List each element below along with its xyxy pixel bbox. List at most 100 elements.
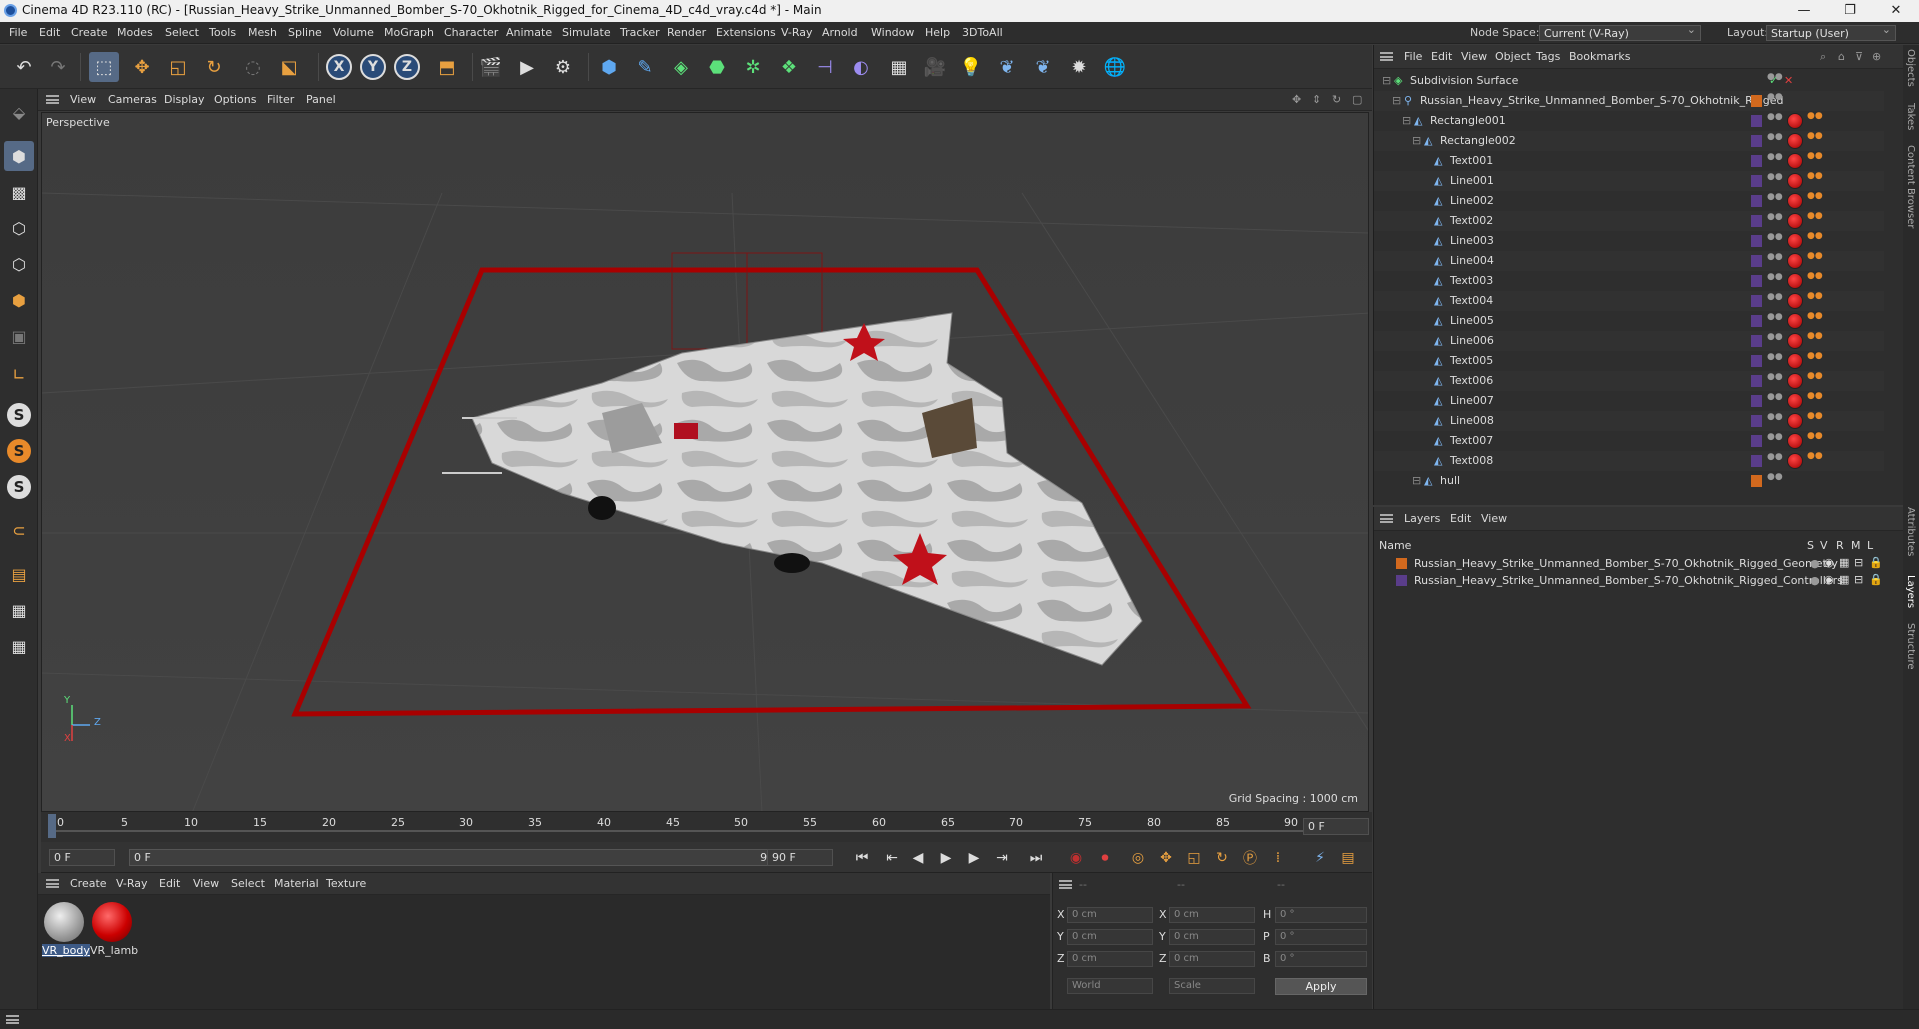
object-name[interactable]: Subdivision Surface (1410, 74, 1518, 87)
object-name[interactable]: hull (1440, 474, 1460, 487)
layer-row-geometry[interactable]: Russian_Heavy_Strike_Unmanned_Bomber_S-7… (1374, 555, 1904, 572)
solo-dot-icon[interactable]: ● (1810, 574, 1820, 587)
object-row[interactable]: ⊟ ◭ hull ●● (1374, 471, 1884, 491)
object-name[interactable]: Text008 (1450, 454, 1493, 467)
menu-tools[interactable]: Tools (209, 26, 236, 39)
autokey-icon[interactable]: ⏺ (1094, 848, 1116, 868)
pos-x-field[interactable]: 0 cm (1067, 907, 1153, 923)
object-row[interactable]: ◭ Line001 ●● ●● (1374, 171, 1884, 191)
visibility-dots-icon[interactable]: ●● (1767, 133, 1783, 148)
material-tag-icon[interactable] (1787, 153, 1803, 169)
coordinate-system-dropdown[interactable]: World (1067, 978, 1153, 994)
layer-color-swatch[interactable] (1751, 295, 1762, 307)
render-region-icon[interactable]: 🎬 (476, 52, 506, 82)
manager-icon[interactable]: ⊟ (1854, 556, 1863, 569)
node-space-dropdown[interactable]: Current (V-Ray) (1539, 23, 1701, 41)
expression-tag-icon[interactable]: ●● (1807, 312, 1823, 329)
layer-color-swatch[interactable] (1751, 435, 1762, 447)
object-name[interactable]: Line008 (1450, 414, 1494, 427)
extrude-icon[interactable]: ⬣ (702, 52, 732, 82)
expression-tag-icon[interactable]: ●● (1807, 232, 1823, 249)
expand-toggle-icon[interactable] (1422, 455, 1433, 466)
y-axis-lock-icon[interactable]: Y (360, 54, 386, 80)
visibility-dots-icon[interactable]: ●● (1767, 153, 1783, 168)
home-icon[interactable]: ⌂ (1838, 50, 1845, 63)
expand-toggle-icon[interactable] (1422, 255, 1433, 266)
start-frame-field[interactable]: 0 F (49, 849, 115, 866)
expand-toggle-icon[interactable] (1422, 275, 1433, 286)
world-coordinates-icon[interactable]: ⬒ (432, 52, 462, 82)
magnet-icon[interactable]: ⊂ (4, 515, 34, 545)
tab-layers[interactable]: Layers (1905, 575, 1916, 608)
prev-frame-icon[interactable]: ◀ (907, 848, 929, 868)
undo-icon[interactable]: ↶ (9, 52, 39, 82)
manager-icon[interactable]: ⊟ (1854, 573, 1863, 586)
recent-tools-icon[interactable]: ◌ (238, 52, 268, 82)
object-name[interactable]: Rectangle002 (1440, 134, 1516, 147)
expression-tag-icon[interactable]: ●● (1807, 272, 1823, 289)
expand-toggle-icon[interactable] (1422, 435, 1433, 446)
vray-settings-icon[interactable]: ✹ (1064, 52, 1094, 82)
apply-button[interactable]: Apply (1275, 978, 1367, 995)
material-tag-icon[interactable] (1787, 273, 1803, 289)
expand-toggle-icon[interactable] (1422, 155, 1433, 166)
globe-icon[interactable]: 🌐 (1100, 52, 1130, 82)
close-icon[interactable]: ✕ (1873, 0, 1919, 22)
object-name[interactable]: Line006 (1450, 334, 1494, 347)
timeline-window-icon[interactable]: ▤ (1337, 848, 1359, 868)
3d-viewport[interactable]: Perspective Y Z X Grid Spacing : 1000 cm (41, 112, 1369, 812)
size-z-field[interactable]: 0 cm (1169, 951, 1255, 967)
layer-color-swatch[interactable] (1751, 395, 1762, 407)
prev-key-icon[interactable]: ⇤ (881, 848, 903, 868)
material-menu-create[interactable]: Create (70, 877, 107, 890)
viewport-maximize-icon[interactable]: ▢ (1352, 93, 1362, 106)
menu-select[interactable]: Select (165, 26, 199, 39)
expand-toggle-icon[interactable]: ⊟ (1402, 115, 1413, 126)
rot-h-field[interactable]: 0 ° (1275, 907, 1367, 923)
layer-color-swatch[interactable] (1751, 135, 1762, 147)
material-tag-icon[interactable] (1787, 253, 1803, 269)
layer-color-swatch[interactable] (1751, 115, 1762, 127)
object-row[interactable]: ◭ Text003 ●● ●● (1374, 271, 1884, 291)
expression-tag-icon[interactable]: ●● (1807, 252, 1823, 269)
material-tag-icon[interactable] (1787, 433, 1803, 449)
pos-z-field[interactable]: 0 cm (1067, 951, 1153, 967)
visibility-dots-icon[interactable]: ●● (1767, 293, 1783, 308)
expression-tag-icon[interactable]: ●● (1807, 112, 1823, 129)
menu-animate[interactable]: Animate (506, 26, 552, 39)
object-name[interactable]: Text003 (1450, 274, 1493, 287)
disabled-x-icon[interactable]: ✕ (1784, 75, 1795, 86)
object-row[interactable]: ◭ Text007 ●● ●● (1374, 431, 1884, 451)
layer-color-swatch[interactable] (1751, 375, 1762, 387)
maximize-icon[interactable]: ❐ (1827, 0, 1873, 22)
coords-hamburger-icon[interactable] (1059, 880, 1072, 889)
visibility-dots-icon[interactable]: ●● (1767, 253, 1783, 268)
select-tool-icon[interactable]: ⬚ (89, 52, 119, 82)
visibility-dots-icon[interactable]: ●● (1767, 173, 1783, 188)
python-generator-icon[interactable]: ❦ (1028, 52, 1058, 82)
playhead[interactable] (48, 814, 56, 838)
points-mode-icon[interactable]: ⬡ (4, 213, 34, 243)
material-tag-icon[interactable] (1787, 233, 1803, 249)
viewport-zoom-icon[interactable]: ⇕ (1312, 93, 1321, 106)
expand-toggle-icon[interactable] (1422, 355, 1433, 366)
rotate-tool-icon[interactable]: ↻ (199, 52, 229, 82)
object-row[interactable]: ◭ Line008 ●● ●● (1374, 411, 1884, 431)
object-row[interactable]: ◭ Text005 ●● ●● (1374, 351, 1884, 371)
menu-3dtoall[interactable]: 3DToAll (962, 26, 1003, 39)
menu-character[interactable]: Character (444, 26, 498, 39)
object-row[interactable]: ◭ Text001 ●● ●● (1374, 151, 1884, 171)
expression-tag-icon[interactable]: ●● (1807, 432, 1823, 449)
object-row[interactable]: ◭ Line004 ●● ●● (1374, 251, 1884, 271)
visibility-dots-icon[interactable]: ●● (1767, 433, 1783, 448)
object-name[interactable]: Line002 (1450, 194, 1494, 207)
model-mode-icon[interactable]: ⬢ (4, 141, 34, 171)
objects-menu-tags[interactable]: Tags (1536, 50, 1560, 63)
object-name[interactable]: Line005 (1450, 314, 1494, 327)
object-name[interactable]: Rectangle001 (1430, 114, 1506, 127)
material-vr-body[interactable]: VR_body (42, 902, 90, 962)
visibility-dots-icon[interactable]: ●● (1767, 313, 1783, 328)
material-tag-icon[interactable] (1787, 413, 1803, 429)
size-y-field[interactable]: 0 cm (1169, 929, 1255, 945)
layers-menu-view[interactable]: View (1481, 512, 1507, 525)
